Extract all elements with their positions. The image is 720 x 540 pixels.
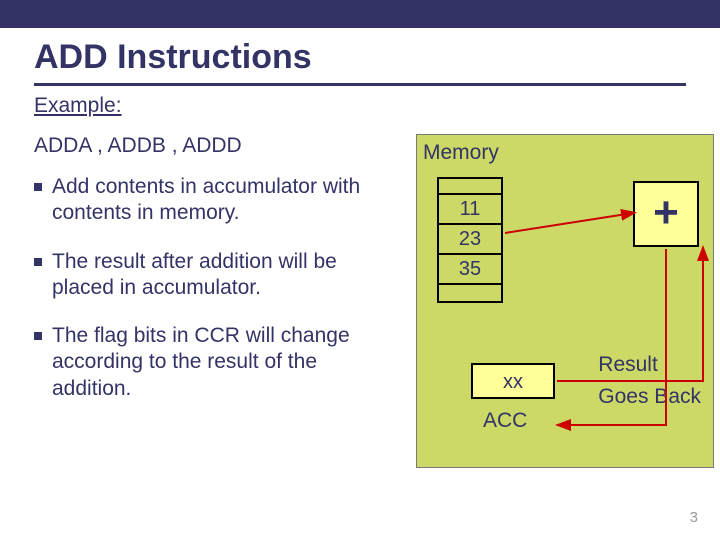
page-number: 3 [690,509,698,526]
accumulator-box: xx [471,363,555,399]
memory-cell: 23 [437,225,503,255]
slide-title: ADD Instructions [34,38,720,77]
result-text: Result [598,353,701,377]
memory-cell: 11 [437,195,503,225]
bullet-item: Add contents in accumulator with content… [34,174,369,227]
title-rule [34,83,686,86]
memory-diagram: Memory 11 23 35 + xx ACC Result Goes Bac… [416,134,714,468]
bullet-item: The result after addition will be placed… [34,249,369,302]
memory-label: Memory [423,141,499,165]
result-labels: Result Goes Back [598,353,701,417]
slide-topbar [0,0,720,28]
memory-cell-blank [437,177,503,195]
bullet-item: The flag bits in CCR will change accordi… [34,323,369,402]
memory-cell-blank [437,285,503,303]
accumulator-label: ACC [483,409,527,433]
goes-back-text: Goes Back [598,385,701,409]
memory-cell: 35 [437,255,503,285]
example-label: Example: [34,94,700,118]
plus-operator: + [633,181,699,247]
memory-table: 11 23 35 [437,177,503,303]
